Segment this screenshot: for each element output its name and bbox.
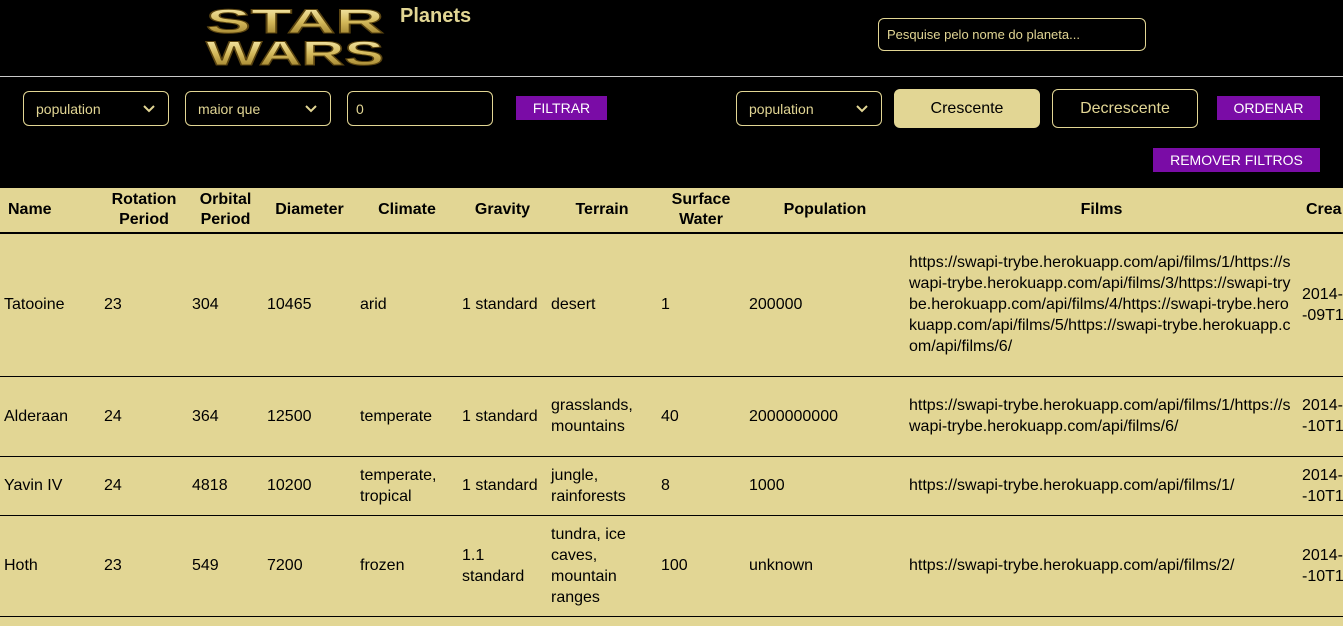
column-header-gravity: Gravity bbox=[458, 188, 547, 234]
remove-filters-button[interactable]: REMOVER FILTROS bbox=[1153, 148, 1320, 172]
column-header-population: Population bbox=[745, 188, 905, 234]
filter-controls: population maior que 0 FILTRAR populatio… bbox=[0, 77, 1343, 188]
table-cell: Alderaan bbox=[0, 376, 100, 457]
table-cell: grasslands, mountains bbox=[547, 376, 657, 457]
star-wars-logo: STAR WARS bbox=[199, 3, 392, 67]
table-cell: 1 standard bbox=[458, 376, 547, 457]
table-row: Tatooine 23 304 10465 arid 1 standard de… bbox=[0, 233, 1343, 377]
column-header-diameter: Diameter bbox=[263, 188, 356, 234]
column-header-rotation-period: Rotation Period bbox=[100, 188, 188, 234]
column-header-films: Films bbox=[905, 188, 1298, 234]
column-header-climate: Climate bbox=[356, 188, 458, 234]
table-cell: 23 bbox=[100, 515, 188, 617]
table-cell: 2014-12-10T1 bbox=[1298, 376, 1343, 457]
column-header-orbital-period: Orbital Period bbox=[188, 188, 263, 234]
table-cell: https://swapi-trybe.herokuapp.com/api/fi… bbox=[905, 376, 1298, 457]
table-cell: frozen bbox=[356, 515, 458, 617]
table-cell: 10200 bbox=[263, 456, 356, 516]
table-cell: https://swapi-trybe.herokuapp.com/api/fi… bbox=[905, 456, 1298, 516]
table-cell: 1 standard bbox=[458, 233, 547, 377]
table-cell: tundra, ice caves, mountain ranges bbox=[547, 515, 657, 617]
table-cell: 2000000000 bbox=[745, 376, 905, 457]
column-header-surface-water: Surface Water bbox=[657, 188, 745, 234]
sort-button[interactable]: ORDENAR bbox=[1217, 96, 1320, 120]
column-header-created: Crea bbox=[1298, 188, 1343, 234]
comparison-value: maior que bbox=[198, 100, 261, 117]
table-row: Hoth 23 549 7200 frozen 1.1 standard tun… bbox=[0, 515, 1343, 617]
table-cell: temperate, tropical bbox=[356, 456, 458, 516]
table-cell: 40 bbox=[657, 376, 745, 457]
table-cell: https://swapi-trybe.herokuapp.com/api/fi… bbox=[905, 515, 1298, 617]
table-cell: 12500 bbox=[263, 376, 356, 457]
table-cell: 200000 bbox=[745, 233, 905, 377]
sort-column-select[interactable]: population bbox=[736, 91, 882, 126]
table-cell: 24 bbox=[100, 456, 188, 516]
table-cell: 1 standard bbox=[458, 456, 547, 516]
table-cell: 100 bbox=[657, 515, 745, 617]
filter-column-value: population bbox=[36, 100, 101, 117]
table-cell: Hoth bbox=[0, 515, 100, 617]
table-cell: 2014-12-10T1 bbox=[1298, 456, 1343, 516]
table-cell: 549 bbox=[188, 515, 263, 617]
table-cell: 304 bbox=[188, 233, 263, 377]
table-cell: temperate bbox=[356, 376, 458, 457]
planets-table-container: Name Rotation Period Orbital Period Diam… bbox=[0, 188, 1343, 626]
page-title: Planets bbox=[400, 5, 472, 27]
value-input-text: 0 bbox=[356, 100, 364, 117]
filter-column-select[interactable]: population bbox=[23, 91, 169, 126]
table-cell: 10465 bbox=[263, 233, 356, 377]
column-header-name: Name bbox=[0, 188, 100, 234]
table-cell: arid bbox=[356, 233, 458, 377]
table-cell: Yavin IV bbox=[0, 456, 100, 516]
table-cell: 1.1 standard bbox=[458, 515, 547, 617]
table-header-row: Name Rotation Period Orbital Period Diam… bbox=[0, 188, 1343, 234]
table-cell: 24 bbox=[100, 376, 188, 457]
table-cell: jungle, rainforests bbox=[547, 456, 657, 516]
table-row: Yavin IV 24 4818 10200 temperate, tropic… bbox=[0, 456, 1343, 516]
comparison-select[interactable]: maior que bbox=[185, 91, 331, 126]
descending-button[interactable]: Decrescente bbox=[1052, 89, 1198, 128]
table-row: Alderaan 24 364 12500 temperate 1 standa… bbox=[0, 376, 1343, 457]
chevron-down-icon bbox=[304, 102, 318, 116]
table-cell: 8 bbox=[657, 456, 745, 516]
table-cell: Tatooine bbox=[0, 233, 100, 377]
table-cell: https://swapi-trybe.herokuapp.com/api/fi… bbox=[905, 233, 1298, 377]
table-cell: 2014-12-09T1 bbox=[1298, 233, 1343, 377]
filter-button[interactable]: FILTRAR bbox=[516, 96, 607, 120]
planets-table: Name Rotation Period Orbital Period Diam… bbox=[0, 188, 1343, 617]
logo-wars-text: WARS bbox=[206, 35, 384, 67]
chevron-down-icon bbox=[142, 102, 156, 116]
value-input[interactable]: 0 bbox=[347, 91, 493, 126]
ascending-button[interactable]: Crescente bbox=[894, 89, 1040, 128]
table-cell: 1000 bbox=[745, 456, 905, 516]
app-header: STAR WARS Planets bbox=[0, 0, 1343, 77]
search-input[interactable] bbox=[878, 18, 1146, 51]
table-cell: desert bbox=[547, 233, 657, 377]
table-cell: 23 bbox=[100, 233, 188, 377]
table-cell: 4818 bbox=[188, 456, 263, 516]
table-cell: 7200 bbox=[263, 515, 356, 617]
sort-column-value: population bbox=[749, 100, 814, 117]
table-cell: 1 bbox=[657, 233, 745, 377]
table-cell: 364 bbox=[188, 376, 263, 457]
table-cell: unknown bbox=[745, 515, 905, 617]
table-cell: 2014-12-10T1 bbox=[1298, 515, 1343, 617]
column-header-terrain: Terrain bbox=[547, 188, 657, 234]
chevron-down-icon bbox=[855, 102, 869, 116]
